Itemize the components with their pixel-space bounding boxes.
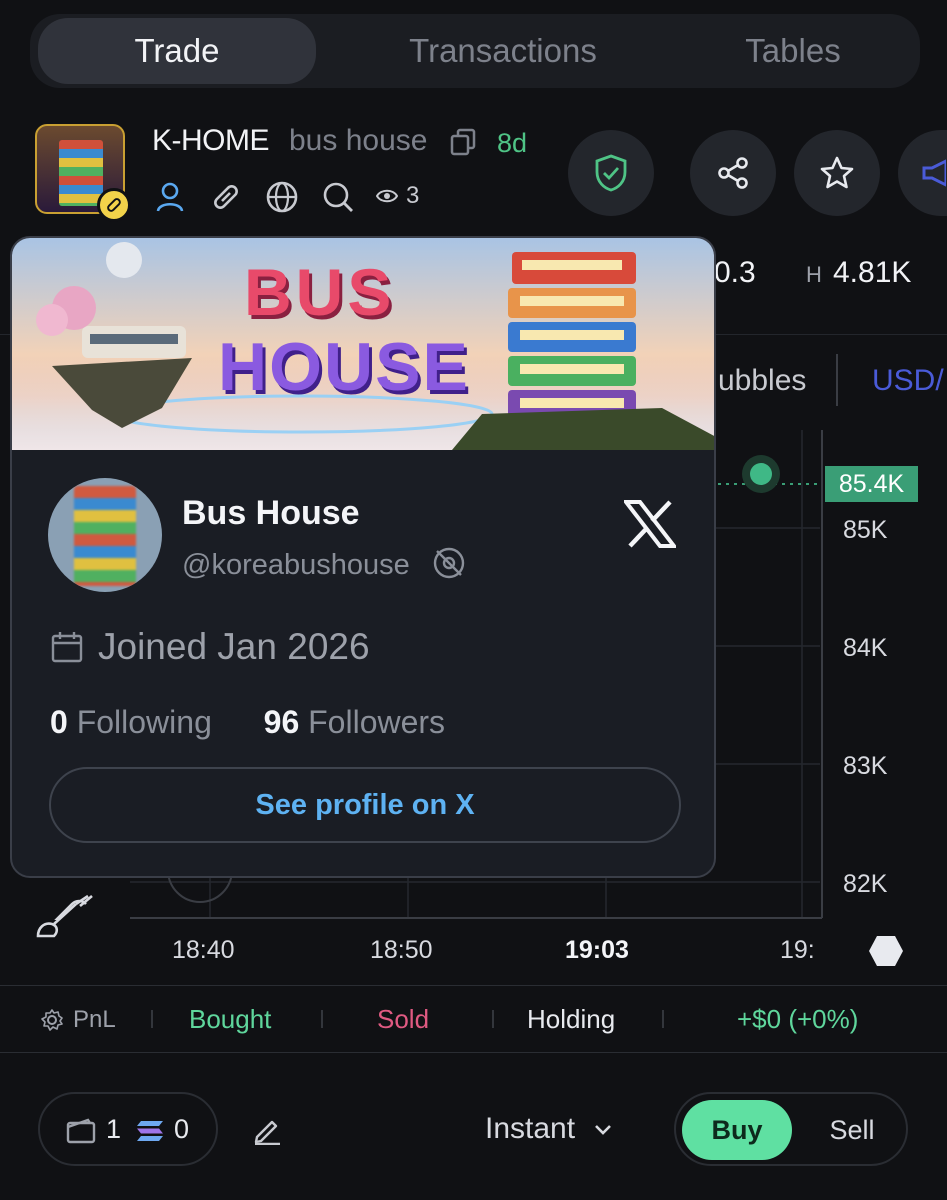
following-label[interactable]: Following: [77, 704, 212, 740]
token-name: bus house: [289, 124, 428, 157]
share-icon: [718, 157, 748, 189]
token-symbol: K-HOME: [152, 124, 270, 157]
calendar-icon: [51, 632, 83, 663]
control-divider: [836, 354, 838, 406]
pnl-separator: [321, 1010, 323, 1028]
x-logo-icon[interactable]: [624, 500, 676, 548]
top-tab-bar: Trade Transactions Tables: [30, 14, 920, 88]
pnl-value: +$0 (+0%): [737, 1004, 859, 1034]
order-mode-value: Instant: [485, 1112, 576, 1145]
order-mode-select[interactable]: Instant: [485, 1112, 613, 1146]
gear-icon[interactable]: [40, 1008, 64, 1032]
banner-title-top: BUS: [244, 255, 396, 329]
followers-count: 96: [263, 704, 300, 740]
profile-avatar[interactable]: [48, 478, 162, 592]
pnl-label[interactable]: PnL: [73, 1006, 116, 1034]
share-button[interactable]: [690, 130, 776, 216]
banner-title-bottom: HOUSE: [218, 329, 470, 405]
high-value: 4.81K: [833, 256, 912, 289]
copy-icon[interactable]: [450, 128, 476, 156]
x-axis-label: 19:: [780, 936, 815, 964]
x-profile-popup: BUS HOUSE Bus House @koreabushouse Joine…: [10, 236, 716, 878]
tab-tables[interactable]: Tables: [650, 14, 936, 88]
y-axis-label: 84K: [843, 634, 888, 662]
tab-transactions[interactable]: Transactions: [330, 14, 676, 88]
profile-handle[interactable]: @koreabushouse: [182, 546, 466, 582]
promote-button[interactable]: [898, 130, 947, 216]
buy-button[interactable]: Buy: [682, 1100, 792, 1160]
views-count: 3: [406, 182, 420, 209]
wallet-selector[interactable]: 1 0: [38, 1092, 218, 1166]
tab-trade[interactable]: Trade: [38, 18, 316, 84]
megaphone-icon: [922, 159, 946, 187]
buy-sell-toggle: Buy Sell: [674, 1092, 908, 1166]
search-icon[interactable]: [321, 180, 355, 214]
profile-banner: BUS HOUSE: [12, 238, 714, 450]
y-axis-label: 83K: [843, 752, 888, 780]
followers-label[interactable]: Followers: [308, 704, 445, 740]
brush-icon: [36, 894, 89, 938]
views-counter: 3: [376, 182, 419, 210]
follow-stats: 0 Following 96 Followers: [50, 704, 445, 741]
see-profile-button[interactable]: See profile on X: [49, 767, 681, 843]
pnl-separator: [492, 1010, 494, 1028]
edit-pencil-icon[interactable]: [252, 1115, 282, 1145]
shield-check-icon: [595, 154, 627, 192]
pnl-bar: PnL Bought Sold Holding +$0 (+0%): [0, 985, 947, 1053]
pnl-separator: [662, 1010, 664, 1028]
currency-toggle[interactable]: USD/: [872, 364, 944, 398]
y-axis-label: 82K: [843, 870, 888, 898]
x-axis-label-current: 19:03: [565, 936, 629, 964]
wallet-icon: [66, 1118, 96, 1144]
star-icon: [820, 156, 854, 189]
chart-settings-hexagon-icon[interactable]: [868, 934, 904, 968]
wallet-count: 1: [106, 1114, 122, 1144]
pnl-holding: Holding: [527, 1004, 616, 1034]
globe-icon[interactable]: [265, 180, 299, 214]
chevron-down-icon: [595, 1125, 612, 1135]
favorite-button[interactable]: [794, 130, 880, 216]
sell-button[interactable]: Sell: [804, 1100, 900, 1160]
pnl-bought: Bought: [189, 1004, 272, 1034]
eye-icon: [376, 189, 398, 203]
joined-date: Joined Jan 2026: [98, 626, 370, 667]
profile-handle-text: @koreabushouse: [182, 549, 410, 581]
profile-display-name: Bus House: [182, 494, 360, 532]
y-axis-label: 85K: [843, 516, 888, 544]
x-axis-label: 18:50: [370, 936, 433, 964]
pnl-separator: [151, 1010, 153, 1028]
solana-icon: [137, 1121, 163, 1141]
bubbles-toggle[interactable]: ubbles: [718, 364, 806, 398]
person-icon[interactable]: [153, 180, 187, 214]
high-label: H: [806, 262, 822, 287]
token-age: 8d: [497, 128, 528, 158]
link-icon[interactable]: [209, 180, 243, 214]
current-price-tag: 85.4K: [825, 466, 918, 502]
pnl-sold: Sold: [377, 1004, 430, 1034]
pill-icon: [97, 188, 131, 222]
sol-amount: 0: [174, 1114, 190, 1144]
audit-shield-button[interactable]: [568, 130, 654, 216]
hidden-eye-icon: [433, 547, 465, 579]
following-count: 0: [50, 704, 68, 740]
price-value: 0.3: [714, 256, 756, 289]
x-axis-label: 18:40: [172, 936, 235, 964]
